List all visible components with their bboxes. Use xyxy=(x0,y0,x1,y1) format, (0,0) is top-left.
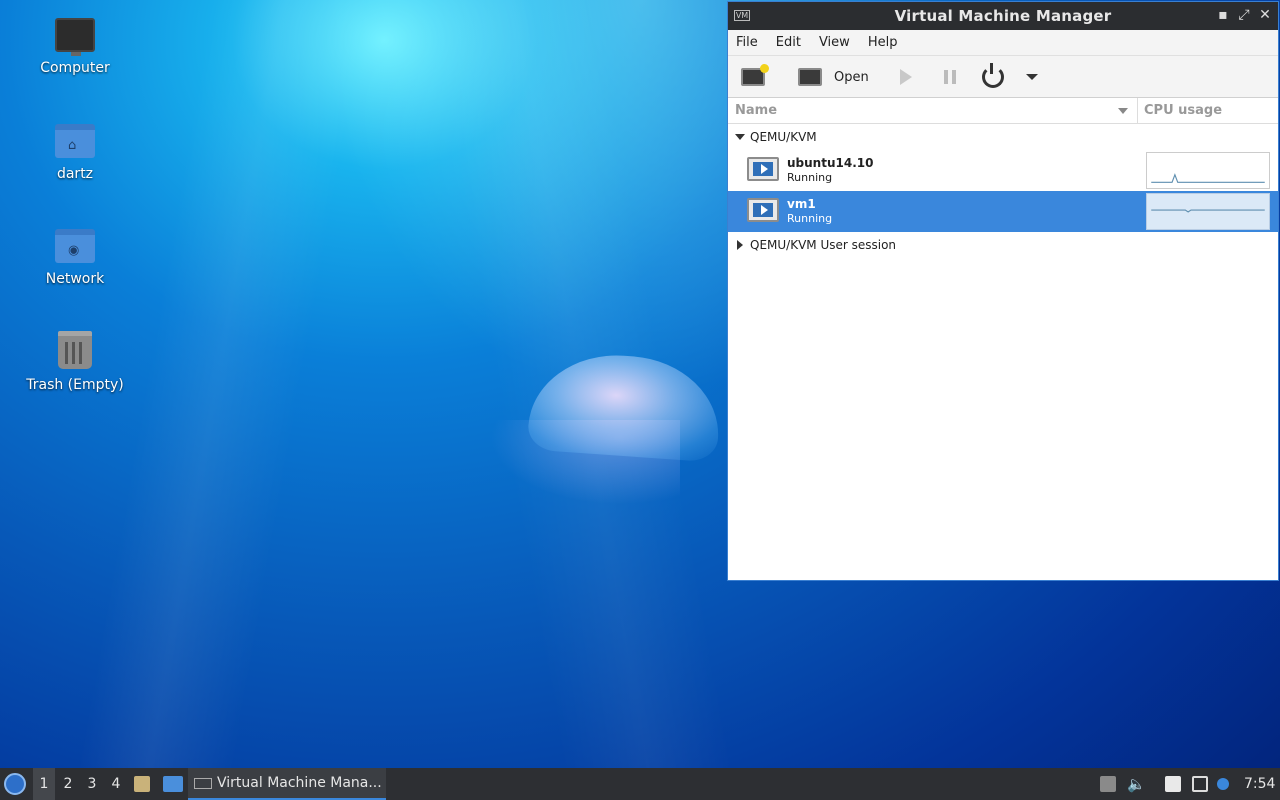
close-button[interactable]: ✕ xyxy=(1257,7,1273,23)
pause-button[interactable] xyxy=(944,65,956,89)
column-header: Name CPU usage xyxy=(728,98,1278,124)
show-desktop-button[interactable] xyxy=(163,768,183,800)
desktop-icon-label: Network xyxy=(45,271,105,287)
app-menu-icon xyxy=(4,773,26,795)
menu-view[interactable]: View xyxy=(819,35,850,50)
workspace-4[interactable]: 4 xyxy=(105,768,127,800)
network-icon xyxy=(1192,776,1208,792)
workspace-3[interactable]: 3 xyxy=(81,768,103,800)
toolbar: Open xyxy=(728,56,1278,98)
eject-tray-button[interactable] xyxy=(1100,768,1116,800)
network-tray-button[interactable] xyxy=(1192,768,1210,800)
workspace-1[interactable]: 1 xyxy=(33,768,55,800)
connection-label: QEMU/KVM xyxy=(750,130,817,144)
pause-icon xyxy=(944,70,956,84)
vm-row-vm1[interactable]: vm1 Running xyxy=(728,191,1278,232)
volume-icon: 🔈 xyxy=(1127,775,1146,793)
expander-collapsed-icon[interactable] xyxy=(737,240,743,250)
power-icon xyxy=(982,63,1004,88)
menu-edit[interactable]: Edit xyxy=(776,35,801,50)
clock[interactable]: 7:54 xyxy=(1244,768,1278,800)
desktop-icon-home-folder[interactable]: ⌂ dartz xyxy=(15,124,135,182)
menubar: File Edit View Help xyxy=(728,30,1278,56)
shutdown-button[interactable] xyxy=(982,63,1004,89)
vm-name: ubuntu14.10 xyxy=(787,156,874,170)
vm-status: Running xyxy=(787,212,833,225)
desktop-icon-computer[interactable]: Computer xyxy=(15,18,135,76)
trash-icon xyxy=(58,331,92,369)
menu-help[interactable]: Help xyxy=(868,35,898,50)
wallpaper-jellyfish xyxy=(526,349,724,463)
computer-icon xyxy=(55,18,95,56)
network-folder-icon: ◉ xyxy=(55,229,95,263)
home-folder-icon: ⌂ xyxy=(55,124,95,158)
maximize-button[interactable]: ⤢ xyxy=(1236,7,1252,23)
connection-label: QEMU/KVM User session xyxy=(750,238,897,252)
minimize-button[interactable]: ▪ xyxy=(1215,7,1231,23)
connection-qemu-kvm[interactable]: QEMU/KVM xyxy=(728,124,1278,150)
taskbar: 1 2 3 4 Virtual Machine Mana... 🔈 7:54 xyxy=(0,768,1280,800)
open-button[interactable]: Open xyxy=(798,65,869,89)
cpu-usage-graph xyxy=(1146,193,1270,230)
sort-chevron-icon[interactable] xyxy=(1118,108,1128,114)
desktop-icon-network[interactable]: ◉ Network xyxy=(15,229,135,287)
desktop-icon-label: Computer xyxy=(40,60,110,76)
file-manager-icon xyxy=(134,776,150,792)
workspace-2[interactable]: 2 xyxy=(57,768,79,800)
show-desktop-icon xyxy=(163,776,183,792)
taskbar-task-vmm[interactable]: Virtual Machine Mana... xyxy=(188,768,386,800)
desktop-icon-label: Trash (Empty) xyxy=(26,377,124,393)
expander-expanded-icon[interactable] xyxy=(735,134,745,140)
menu-file[interactable]: File xyxy=(736,35,758,50)
column-cpu-usage[interactable]: CPU usage xyxy=(1144,103,1222,118)
desktop-icon-label: dartz xyxy=(56,166,94,182)
desktop-icon-trash[interactable]: Trash (Empty) xyxy=(15,331,135,393)
open-label: Open xyxy=(834,69,869,85)
clipboard-icon xyxy=(1165,776,1181,792)
eject-icon xyxy=(1100,776,1116,792)
info-icon xyxy=(1217,778,1229,790)
cpu-usage-graph xyxy=(1146,152,1270,189)
run-button[interactable] xyxy=(900,65,912,89)
vmm-app-icon xyxy=(194,777,212,789)
shutdown-menu-button[interactable] xyxy=(1026,65,1038,89)
column-name[interactable]: Name xyxy=(735,103,777,118)
monitor-icon xyxy=(798,68,822,86)
vm-running-icon xyxy=(747,198,779,222)
new-vm-button[interactable] xyxy=(741,64,769,89)
vmm-window: VM Virtual Machine Manager ▪ ⤢ ✕ File Ed… xyxy=(727,1,1279,581)
file-manager-launcher[interactable] xyxy=(134,768,154,800)
application-menu-button[interactable] xyxy=(4,768,28,800)
chevron-down-icon xyxy=(1026,74,1038,80)
clipboard-tray-button[interactable] xyxy=(1165,768,1183,800)
notification-tray-button[interactable] xyxy=(1217,768,1231,800)
vm-running-icon xyxy=(747,157,779,181)
connection-qemu-kvm-user-session[interactable]: QEMU/KVM User session xyxy=(728,232,1278,258)
window-titlebar[interactable]: VM Virtual Machine Manager ▪ ⤢ ✕ xyxy=(728,2,1278,30)
vmm-app-icon: VM xyxy=(734,10,750,21)
vm-status: Running xyxy=(787,171,833,184)
vm-name: vm1 xyxy=(787,197,816,211)
vm-row-ubuntu[interactable]: ubuntu14.10 Running xyxy=(728,150,1278,191)
volume-button[interactable]: 🔈 xyxy=(1127,768,1146,800)
window-title: Virtual Machine Manager xyxy=(894,7,1112,25)
task-label: Virtual Machine Mana... xyxy=(217,775,382,791)
new-vm-icon xyxy=(741,64,769,86)
play-icon xyxy=(900,69,912,85)
